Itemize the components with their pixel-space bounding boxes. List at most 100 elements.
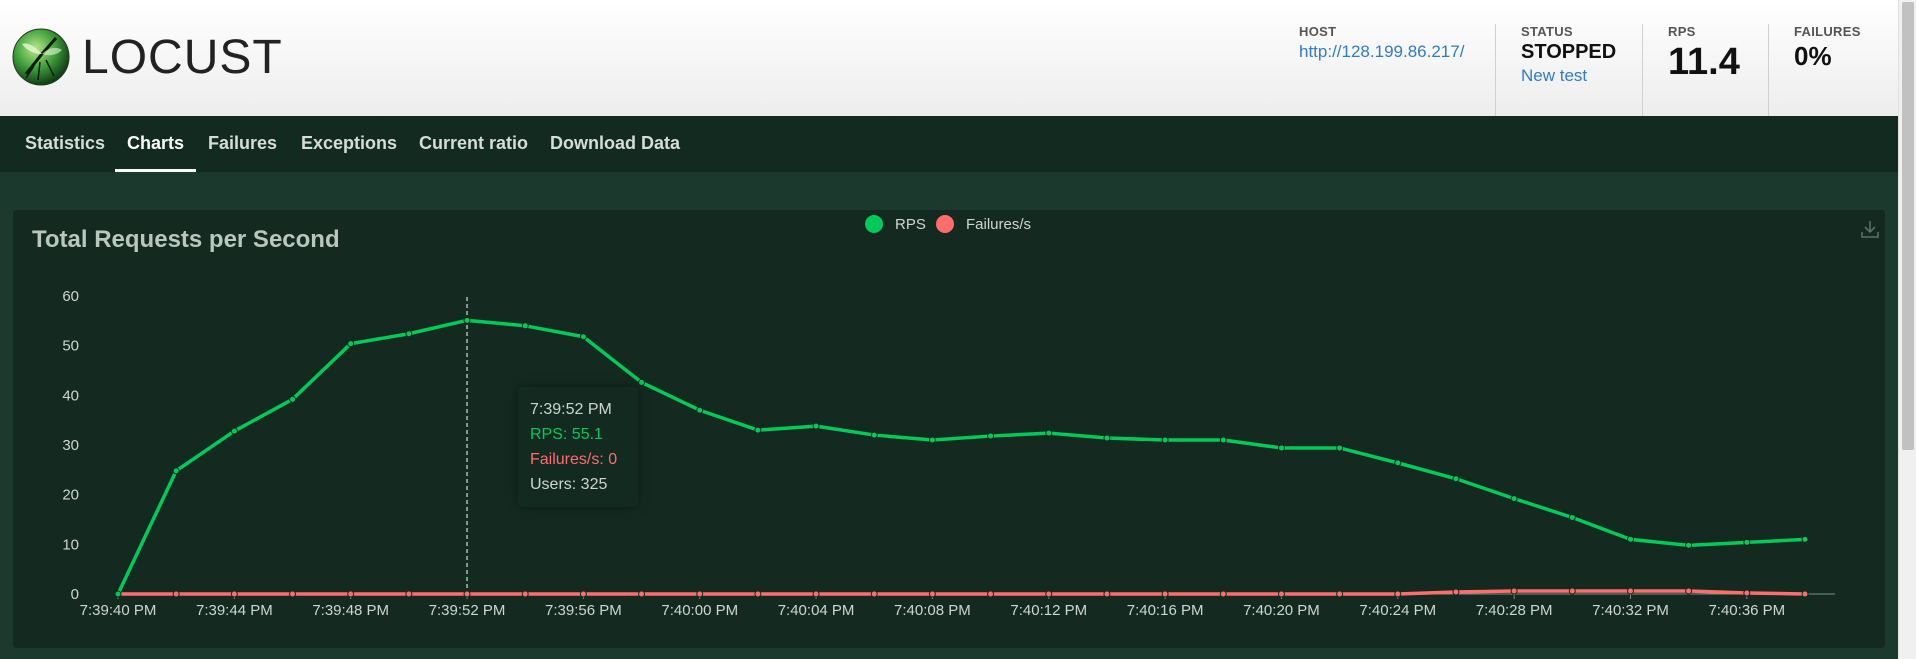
series-point-1 (1394, 590, 1402, 598)
series-point-1 (1045, 590, 1053, 598)
series-point-0 (289, 395, 297, 403)
divider (1642, 24, 1643, 124)
series-point-0 (230, 427, 238, 435)
series-point-1 (463, 590, 471, 598)
series-point-0 (579, 333, 587, 341)
rps-value: 11.4 (1668, 41, 1740, 83)
tab-charts[interactable]: Charts (115, 116, 197, 172)
download-icon[interactable] (1859, 218, 1881, 240)
status-value: STOPPED (1521, 41, 1617, 63)
nav-tabs: Statistics Charts Failures Exceptions Cu… (0, 116, 1898, 172)
status-stat: STATUS STOPPED New test (1521, 24, 1616, 86)
x-tick-label: 7:40:28 PM (1476, 602, 1553, 619)
series-point-0 (812, 422, 820, 430)
failures-label: FAILURES (1794, 24, 1861, 39)
y-tick-label: 50 (62, 338, 79, 355)
series-point-1 (1685, 587, 1693, 595)
tab-exceptions[interactable]: Exceptions (289, 116, 409, 172)
scrollbar-thumb[interactable] (1902, 2, 1914, 450)
series-point-1 (1626, 587, 1634, 595)
series-point-0 (347, 340, 355, 348)
rps-label: RPS (1668, 24, 1696, 39)
series-point-0 (1685, 541, 1693, 549)
tab-statistics[interactable]: Statistics (13, 116, 117, 172)
series-point-1 (812, 590, 820, 598)
locust-logo-icon[interactable] (12, 28, 70, 86)
host-link[interactable]: http://128.199.86.217/ (1299, 42, 1464, 62)
y-tick-label: 10 (62, 536, 79, 553)
series-point-1 (696, 590, 704, 598)
series-point-1 (1510, 587, 1518, 595)
tab-current-ratio[interactable]: Current ratio (407, 116, 540, 172)
series-point-0 (405, 330, 413, 338)
series-point-0 (1394, 459, 1402, 467)
series-point-0 (1510, 495, 1518, 503)
chart-title: Total Requests per Second (32, 226, 340, 253)
series-point-1 (638, 590, 646, 598)
y-tick-label: 0 (71, 586, 79, 603)
series-point-0 (1219, 436, 1227, 444)
chart-panel: Total Requests per Second RPS Failures/s 0 1… (13, 210, 1885, 648)
series-point-1 (405, 590, 413, 598)
series-point-0 (1801, 535, 1809, 543)
series-point-0 (870, 431, 878, 439)
legend-label-1: Failures/s (966, 216, 1031, 233)
y-tick-label: 20 (62, 487, 79, 504)
series-point-0 (1568, 514, 1576, 522)
series-point-0 (172, 467, 180, 475)
x-tick-label: 7:40:04 PM (778, 602, 855, 619)
rps-chart: Total Requests per Second RPS Failures/s 0 1… (32, 215, 1835, 619)
charts-content: Total Requests per Second RPS Failures/s 0 1… (0, 172, 1898, 659)
series-point-0 (928, 436, 936, 444)
legend-label-0: RPS (895, 216, 926, 233)
series-point-1 (1336, 590, 1344, 598)
page-scrollbar[interactable] (1898, 0, 1916, 659)
x-tick-label: 7:40:12 PM (1010, 602, 1087, 619)
tooltip-failures: Failures/s: 0 (530, 451, 618, 468)
divider (1768, 24, 1769, 124)
x-tick-label: 7:39:52 PM (429, 602, 506, 619)
tooltip-rps: RPS: 55.1 (530, 426, 603, 443)
x-tick-label: 7:40:00 PM (661, 602, 738, 619)
status-label: STATUS (1521, 24, 1573, 39)
x-tick-label: 7:40:20 PM (1243, 602, 1320, 619)
series-point-1 (1161, 590, 1169, 598)
series-point-0 (463, 316, 471, 324)
failures-value: 0% (1794, 41, 1832, 71)
series-point-0 (1103, 434, 1111, 442)
divider (1495, 24, 1496, 124)
x-tick-label: 7:39:44 PM (196, 602, 273, 619)
series-point-1 (754, 590, 762, 598)
x-tick-label: 7:40:08 PM (894, 602, 971, 619)
series-point-1 (521, 590, 529, 598)
series-point-1 (230, 590, 238, 598)
x-tick-label: 7:40:24 PM (1359, 602, 1436, 619)
series-line-0 (116, 318, 1806, 595)
series-point-1 (1452, 588, 1460, 596)
tab-download-data[interactable]: Download Data (538, 116, 692, 172)
new-test-link[interactable]: New test (1521, 66, 1616, 86)
series-point-0 (1045, 429, 1053, 437)
x-tick-label: 7:39:48 PM (312, 602, 389, 619)
tab-failures[interactable]: Failures (196, 116, 289, 172)
x-tick-label: 7:40:32 PM (1592, 602, 1669, 619)
series-point-0 (521, 322, 529, 330)
failures-stat: FAILURES 0% (1794, 24, 1861, 72)
series-point-0 (114, 590, 122, 598)
series-point-1 (1103, 590, 1111, 598)
x-tick-label: 7:40:36 PM (1708, 602, 1785, 619)
series-point-1 (172, 590, 180, 598)
series-point-1 (870, 590, 878, 598)
host-stat: HOST http://128.199.86.217/ (1299, 24, 1464, 62)
series-point-0 (638, 378, 646, 386)
series-point-1 (347, 590, 355, 598)
series-point-1 (987, 590, 995, 598)
chart-tooltip: 7:39:52 PM RPS: 55.1 Failures/s: 0 Users… (518, 387, 638, 507)
series-point-0 (1161, 436, 1169, 444)
series-point-1 (928, 590, 936, 598)
series-point-1 (1801, 590, 1809, 598)
series-point-0 (1626, 535, 1634, 543)
series-point-1 (1568, 587, 1576, 595)
series-point-1 (1219, 590, 1227, 598)
series-point-0 (1743, 538, 1751, 546)
